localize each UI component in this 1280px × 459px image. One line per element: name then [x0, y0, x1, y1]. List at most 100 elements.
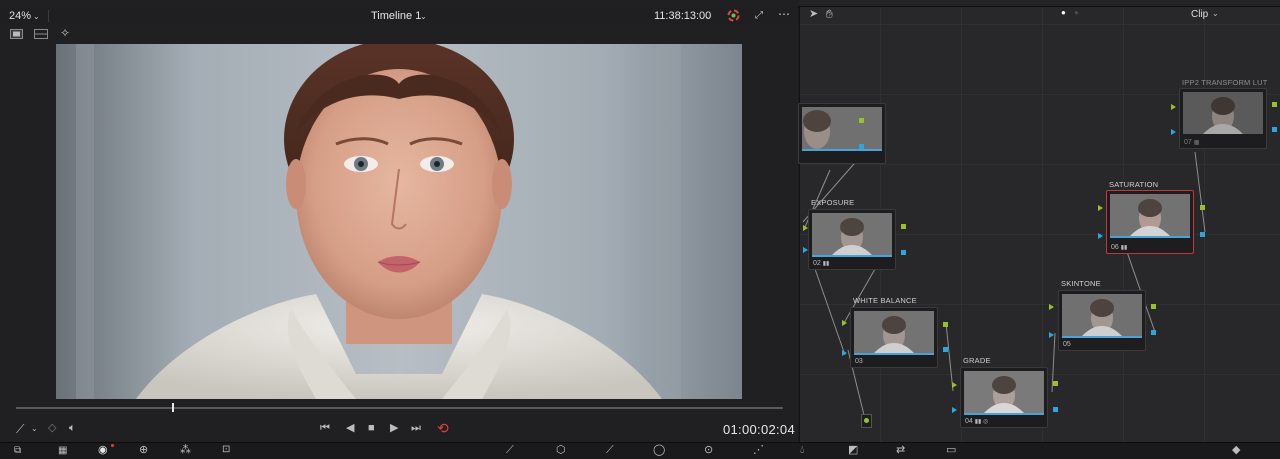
- node-03[interactable]: 03: [850, 307, 938, 368]
- output-port[interactable]: [859, 144, 864, 149]
- output-port[interactable]: [1053, 407, 1058, 412]
- eyedropper-icon[interactable]: ⟋: [16, 423, 24, 435]
- single-viewer-icon[interactable]: [10, 29, 23, 42]
- node-label: IPP2 TRANSFORM LUT: [1182, 78, 1268, 87]
- chevron-down-icon[interactable]: ⌄: [33, 12, 40, 21]
- input-port[interactable]: [952, 407, 957, 413]
- node-label: EXPOSURE: [811, 198, 855, 207]
- loop-icon[interactable]: ⟲: [437, 421, 449, 435]
- qualifier-icon[interactable]: ⟋: [606, 445, 614, 456]
- source-port: [864, 418, 869, 423]
- output-port[interactable]: [901, 224, 906, 229]
- step-back-icon[interactable]: ◀: [346, 423, 354, 434]
- node-bar: [812, 255, 892, 257]
- more-icon[interactable]: ⋯: [778, 7, 790, 21]
- record-timecode: 01:00:02:04: [723, 422, 795, 437]
- target-icon[interactable]: ⊕: [139, 445, 148, 456]
- node-thumbnail: [854, 311, 934, 353]
- fullscreen-icon[interactable]: ⤢: [755, 10, 763, 21]
- color-wheels-icon[interactable]: ◉: [98, 445, 108, 456]
- node-thumbnail: [964, 371, 1044, 413]
- output-port[interactable]: [1272, 102, 1277, 107]
- output-port[interactable]: [1151, 330, 1156, 335]
- chevron-down-icon[interactable]: ⌄: [705, 12, 712, 21]
- node-label: SATURATION: [1109, 180, 1159, 189]
- color-warper-icon[interactable]: ⬡: [556, 445, 566, 456]
- input-port[interactable]: [952, 382, 957, 388]
- layout-icon[interactable]: ⧉: [14, 446, 21, 456]
- stop-icon[interactable]: ■: [368, 423, 375, 434]
- output-port[interactable]: [901, 250, 906, 255]
- zoom-level[interactable]: 24%: [9, 10, 31, 22]
- node-bar: [854, 353, 934, 355]
- timeline-name[interactable]: Timeline 1: [371, 10, 421, 22]
- split-viewer-icon[interactable]: [34, 29, 48, 42]
- node-02[interactable]: 02 ▮▮: [808, 209, 896, 270]
- input-port[interactable]: [803, 225, 808, 231]
- volume-icon[interactable]: 🔈︎: [69, 423, 76, 434]
- node-number: 03: [855, 358, 863, 365]
- node-05[interactable]: 05: [1058, 290, 1146, 351]
- viewer-toolbar: ✧: [0, 25, 798, 43]
- input-port[interactable]: [1049, 304, 1054, 310]
- chevron-down-icon[interactable]: ⌄: [31, 425, 38, 433]
- curves-icon[interactable]: ⟋: [506, 445, 514, 456]
- tracker-icon[interactable]: ⊙: [704, 445, 713, 456]
- viewer-frame[interactable]: [56, 44, 742, 399]
- play-icon[interactable]: ▶: [390, 423, 398, 434]
- motion-icon[interactable]: ⊡: [222, 445, 230, 455]
- node-04[interactable]: 04 ▮▮ ◎: [960, 367, 1048, 428]
- layers-icon[interactable]: ◇: [48, 423, 56, 434]
- 3d-icon[interactable]: ▭: [946, 445, 956, 456]
- node-bar: [802, 149, 882, 151]
- node-label: GRADE: [963, 356, 991, 365]
- node-06[interactable]: 06 ▮▮: [1106, 190, 1194, 254]
- input-port[interactable]: [1098, 205, 1103, 211]
- input-port[interactable]: [1171, 129, 1176, 135]
- skip-back-icon[interactable]: ⏮︎: [320, 423, 330, 434]
- source-node[interactable]: [861, 414, 872, 428]
- page-toolbar: ⧉ ▦ ◉ ⊕ ⁂ ⊡ ⟋ ⬡ ⟋ ◯ ⊙ ⋰ 💧︎ ◩ ⇄ ▭ ◆: [0, 442, 1280, 459]
- key-icon[interactable]: ◩: [848, 445, 858, 456]
- gallery-icon[interactable]: ▦: [58, 446, 67, 456]
- playhead[interactable]: [172, 403, 174, 412]
- blur-icon[interactable]: 💧︎: [800, 445, 804, 456]
- sizing-icon[interactable]: ⇄: [896, 445, 905, 456]
- output-port[interactable]: [1053, 381, 1058, 386]
- node-01[interactable]: [798, 103, 886, 164]
- node-number: 04 ▮▮ ◎: [965, 418, 989, 425]
- wand-icon[interactable]: ✧: [60, 27, 70, 39]
- node-thumbnail: [1110, 194, 1190, 236]
- chevron-down-icon[interactable]: ⌄: [420, 12, 427, 21]
- output-port[interactable]: [1200, 232, 1205, 237]
- output-port[interactable]: [1151, 304, 1156, 309]
- node-number: 05: [1063, 341, 1071, 348]
- output-port[interactable]: [943, 322, 948, 327]
- input-port[interactable]: [1049, 332, 1054, 338]
- magic-mask-icon[interactable]: ⋰: [753, 445, 764, 456]
- node-label: SKINTONE: [1061, 279, 1101, 288]
- scrubber-track[interactable]: [16, 407, 783, 409]
- node-thumbnail: [1183, 92, 1263, 134]
- input-port[interactable]: [842, 350, 847, 356]
- nodes-icon[interactable]: ⁂: [180, 445, 191, 456]
- keyframes-icon[interactable]: ◆: [1232, 445, 1240, 456]
- node-thumbnail: [812, 213, 892, 255]
- node-number: 06 ▮▮: [1111, 244, 1128, 251]
- node-label: WHITE BALANCE: [853, 296, 917, 305]
- node-thumbnail: [1062, 294, 1142, 336]
- input-port[interactable]: [1098, 233, 1103, 239]
- output-port[interactable]: [1200, 205, 1205, 210]
- color-wheel-icon[interactable]: [727, 9, 740, 25]
- input-port[interactable]: [842, 320, 847, 326]
- window-icon[interactable]: ◯: [653, 445, 665, 456]
- skip-forward-icon[interactable]: ⏭︎: [411, 423, 421, 434]
- input-port[interactable]: [803, 247, 808, 253]
- input-port[interactable]: [1171, 104, 1176, 110]
- transport-bar: ⟋ ⌄ ◇ 🔈︎ ⏮︎ ◀ ■ ▶ ⏭︎ ⟲: [0, 416, 798, 442]
- node-07[interactable]: 07 ▦: [1179, 88, 1267, 149]
- output-port[interactable]: [943, 347, 948, 352]
- output-port[interactable]: [1272, 127, 1277, 132]
- output-port[interactable]: [859, 118, 864, 123]
- node-editor[interactable]: ➤ ✋︎ ● ● Clip ⌄ EXPOSURE 02 ▮▮ WHITE BAL…: [798, 7, 1280, 442]
